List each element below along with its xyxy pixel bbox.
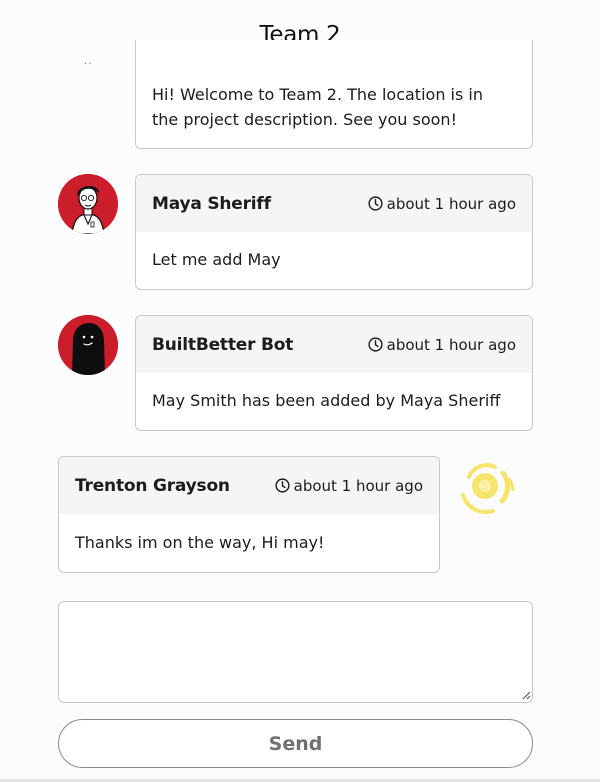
sender-name[interactable]: BuiltBetter Bot (152, 335, 293, 355)
truncated-avatar-dots: ·· (84, 58, 93, 69)
maya-sheriff-avatar[interactable] (58, 174, 118, 234)
timestamp-text: about 1 hour ago (386, 335, 516, 354)
message-body: May Smith has been added by Maya Sheriff (136, 373, 532, 430)
message-input[interactable] (58, 601, 533, 703)
message-card: Maya Sheriff about 1 hour ago Let me add… (135, 174, 533, 290)
timestamp: about 1 hour ago (275, 477, 423, 495)
chat-page: Team 2 ·· Hi! Welcome to Team 2. The loc… (0, 0, 600, 782)
clock-icon (368, 337, 383, 352)
message-text: Let me add May (152, 250, 281, 270)
timestamp-text: about 1 hour ago (293, 476, 423, 495)
person-illustration-icon (58, 174, 118, 234)
resize-grip-icon[interactable] (521, 690, 531, 700)
message-body: Thanks im on the way, Hi may! (59, 514, 439, 572)
timestamp-text: about 1 hour ago (386, 194, 516, 213)
sender-name[interactable]: Maya Sheriff (152, 194, 271, 214)
timestamp: about 1 hour ago (368, 195, 516, 213)
message-body: Let me add May (136, 232, 532, 289)
trenton-grayson-avatar[interactable] (455, 455, 519, 519)
bot-avatar[interactable] (58, 315, 118, 375)
send-button[interactable]: Send (58, 719, 533, 768)
sender-name[interactable]: Trenton Grayson (75, 476, 230, 496)
message-body: Hi! Welcome to Team 2. The location is i… (136, 83, 532, 132)
message-header: Maya Sheriff about 1 hour ago (136, 175, 532, 232)
clock-icon (368, 196, 383, 211)
message-header: Trenton Grayson about 1 hour ago (59, 457, 439, 514)
message-card: BuiltBetter Bot about 1 hour ago May Smi… (135, 315, 533, 431)
loading-avatar-icon (461, 463, 515, 515)
message-text: May Smith has been added by Maya Sheriff (152, 391, 501, 411)
bot-icon (58, 315, 118, 375)
timestamp: about 1 hour ago (368, 336, 516, 354)
message-card: Hi! Welcome to Team 2. The location is i… (135, 40, 533, 149)
message-text: Hi! Welcome to Team 2. The location is i… (152, 85, 483, 129)
message-header: BuiltBetter Bot about 1 hour ago (136, 316, 532, 373)
message-card: Trenton Grayson about 1 hour ago Thanks … (58, 456, 440, 573)
message-text: Thanks im on the way, Hi may! (75, 532, 325, 552)
clock-icon (275, 478, 290, 493)
